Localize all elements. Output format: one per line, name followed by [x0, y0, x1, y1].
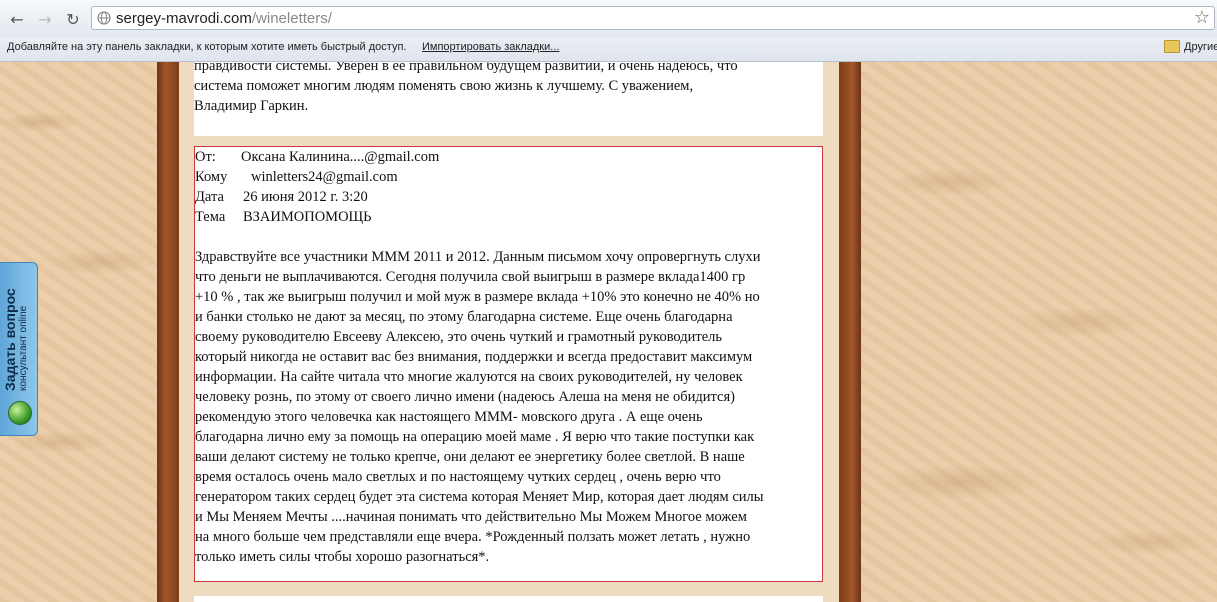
folder-icon — [1164, 40, 1180, 53]
import-bookmarks-link[interactable]: Импортировать закладки... — [422, 41, 559, 53]
letter-card: От: Оксана Калинина....@gmail.com Кому w… — [194, 146, 823, 582]
letter-date-row: Дата 26 июня 2012 г. 3:20 — [195, 187, 822, 207]
previous-letter-line: система поможет многим людям поменять св… — [194, 78, 694, 94]
letter-body-line: который никогда не оставит вас без внима… — [195, 349, 753, 365]
letter-body-line: генератором таких сердец будет эта систе… — [195, 489, 764, 505]
frame-border-right — [839, 62, 861, 602]
letter-from-value: Оксана Калинина....@gmail.com — [241, 149, 440, 165]
reload-icon[interactable]: ↻ — [62, 8, 84, 30]
letter-body-line: только иметь силы чтобы хорошо разогнать… — [195, 549, 490, 565]
letter-body-line: на много больше чем представляли еще вче… — [195, 529, 751, 545]
letter-date-label: Дата — [195, 189, 224, 205]
ask-question-label: Задать вопрос консультант online — [2, 288, 29, 391]
letter-body-line: человеку рознь, по этому от своего лично… — [195, 389, 735, 405]
url-text: sergey-mavrodi.com/wineletters/ — [116, 10, 332, 27]
other-bookmarks-button[interactable]: Другие — [1164, 40, 1217, 53]
letter-to-value: winletters24@gmail.com — [251, 169, 398, 185]
page-viewport[interactable]: правдивости системы. Уверен в её правиль… — [0, 62, 1217, 602]
letter-body-line: ваши делают систему не только крепче, он… — [195, 449, 745, 465]
letter-body-line: информации. На сайте читала что многие ж… — [195, 369, 743, 385]
bookmarks-bar-message: Добавляйте на эту панель закладки, к кот… — [7, 41, 407, 53]
letter-body-line: время осталось очень мало светлых и по н… — [195, 469, 721, 485]
letter-body-line: что деньги не выплачиваются. Сегодня пол… — [195, 269, 746, 285]
previous-letter-text: правдивости системы. Уверен в её правиль… — [194, 62, 814, 116]
globe-icon — [97, 11, 111, 25]
letter-from-row: От: Оксана Калинина....@gmail.com — [195, 147, 822, 167]
star-icon[interactable]: ☆ — [1194, 7, 1210, 28]
next-letter-card — [194, 596, 823, 602]
letter-subject-row: Тема ВЗАИМОПОМОЩЬ — [195, 207, 822, 227]
letter-body-line: и Мы Меняем Мечты ....начиная понимать ч… — [195, 509, 747, 525]
browser-toolbar: ← → ↻ sergey-mavrodi.com/wineletters/ ☆ — [0, 0, 1217, 38]
ask-question-title: Задать вопрос — [2, 288, 18, 391]
bookmarks-bar: Добавляйте на эту панель закладки, к кот… — [0, 37, 1217, 62]
letter-body: Здравствуйте все участники МММ 2011 и 20… — [195, 247, 823, 567]
letter-subject-value: ВЗАИМОПОМОЩЬ — [243, 209, 372, 225]
back-arrow-icon[interactable]: ← — [6, 8, 28, 30]
other-bookmarks-label: Другие — [1184, 40, 1217, 53]
forward-arrow-icon[interactable]: → — [34, 8, 56, 30]
letter-body-line: благодарна лично ему за помощь на операц… — [195, 429, 755, 445]
letter-body-line: +10 % , так же выигрыш получил и мой муж… — [195, 289, 760, 305]
letter-date-value: 26 июня 2012 г. 3:20 — [243, 189, 368, 205]
letter-to-row: Кому winletters24@gmail.com — [195, 167, 822, 187]
letter-body-line: и банки столько не дают за месяц, по это… — [195, 309, 733, 325]
letter-subject-label: Тема — [195, 209, 226, 225]
letter-body-line: Здравствуйте все участники МММ 2011 и 20… — [195, 249, 761, 265]
previous-letter-line: Владимир Гаркин. — [194, 98, 309, 114]
letter-to-label: Кому — [195, 169, 228, 185]
previous-letter-card: правдивости системы. Уверен в её правиль… — [194, 62, 823, 136]
ask-question-subtitle: консультант online — [18, 305, 29, 391]
globe-icon — [8, 401, 32, 425]
letter-from-label: От: — [195, 149, 216, 165]
frame-border-left — [157, 62, 179, 602]
previous-letter-line: правдивости системы. Уверен в её правиль… — [194, 62, 738, 74]
letter-body-line: своему руководителю Евсееву Алексею, это… — [195, 329, 723, 345]
url-host: sergey-mavrodi.com — [116, 10, 252, 27]
letter-body-line: рекомендую этого человечка как настоящег… — [195, 409, 703, 425]
ask-question-widget[interactable]: Задать вопрос консультант online — [0, 262, 38, 436]
address-bar[interactable]: sergey-mavrodi.com/wineletters/ ☆ — [91, 6, 1215, 30]
url-path: /wineletters/ — [251, 10, 332, 27]
